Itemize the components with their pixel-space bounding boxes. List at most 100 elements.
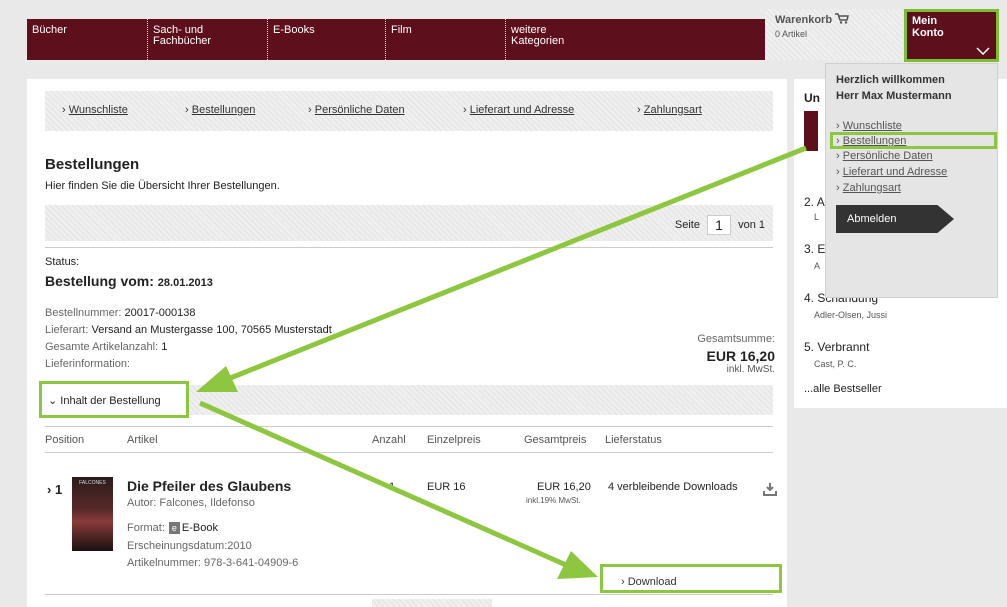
cart-label: Warenkorb xyxy=(775,14,833,26)
divider xyxy=(45,247,773,248)
logout-button[interactable]: Abmelden xyxy=(836,205,954,233)
my-account-button[interactable]: Mein Konto xyxy=(904,9,999,62)
main-navigation: Bücher Sach- und Fachbücher E-Books Film… xyxy=(27,19,765,60)
order-number-value: 20017-000138 xyxy=(124,307,196,319)
download-icon[interactable] xyxy=(763,482,777,496)
nav-item-label: Sach- und Fachbücher xyxy=(153,24,212,47)
col-lieferstatus: Lieferstatus xyxy=(605,434,662,446)
order-contents-label: ⌄ Inhalt der Bestellung xyxy=(48,394,161,407)
product-title[interactable]: Die Pfeiler des Glaubens xyxy=(127,478,291,494)
dropdown-link-persoenliche-daten[interactable]: › Persönliche Daten xyxy=(836,150,933,162)
subnav-bestellungen[interactable]: › Bestellungen xyxy=(185,104,255,116)
row-position-value: 1 xyxy=(54,482,63,497)
page-number-input[interactable]: 1 xyxy=(707,215,732,235)
author-label: Autor: xyxy=(127,497,157,509)
subnav-label: Lieferart und Adresse xyxy=(469,104,575,116)
artnr-value: 978-3-641-04909-6 xyxy=(204,557,299,569)
dropdown-link-lieferart[interactable]: › Lieferart und Adresse xyxy=(836,166,947,178)
dropdown-link-label: Wunschliste xyxy=(842,120,902,132)
chevron-down-icon xyxy=(976,47,990,55)
author-value: Falcones, Ildefonso xyxy=(159,497,255,509)
download-button[interactable]: › Download xyxy=(600,564,782,593)
order-number-label: Bestellnummer: xyxy=(45,307,122,319)
pagination-bar: Seite 1 von 1 xyxy=(45,205,773,241)
order-date-value: 28.01.2013 xyxy=(157,277,213,289)
dropdown-link-label: Persönliche Daten xyxy=(842,150,933,162)
bestseller-author: L xyxy=(814,212,820,222)
bestseller-item[interactable]: 3. E xyxy=(804,242,825,256)
release-date-label: Erscheinungsdatum: xyxy=(127,540,228,552)
dropdown-user-name: Herr Max Mustermann xyxy=(836,90,952,102)
order-contents-toggle[interactable]: ⌄ Inhalt der Bestellung xyxy=(39,381,189,418)
subnav-label: Zahlungsart xyxy=(643,104,702,116)
account-subnav: › Wunschliste › Bestellungen › Persönlic… xyxy=(45,91,773,131)
nav-item-buecher[interactable]: Bücher xyxy=(27,19,147,60)
all-bestsellers-link[interactable]: ...alle Bestseller xyxy=(804,383,882,395)
cart-title: Warenkorb xyxy=(775,13,850,26)
account-label: Mein Konto xyxy=(912,15,944,39)
total-amount: EUR 16,20 xyxy=(706,348,775,364)
order-date-heading: Bestellung vom: 28.01.2013 xyxy=(45,273,213,289)
delivery-label: Lieferart: xyxy=(45,324,89,336)
dropdown-link-wunschliste[interactable]: › Wunschliste xyxy=(836,120,902,132)
subnav-label: Bestellungen xyxy=(191,104,256,116)
cart-icon xyxy=(835,13,850,24)
col-position: Position xyxy=(45,434,85,446)
order-date-label: Bestellung vom: xyxy=(45,273,154,289)
nav-item-ebooks[interactable]: E-Books xyxy=(267,19,385,60)
order-delivery: Lieferart: Versand an Mustergasse 100, 7… xyxy=(45,324,332,336)
download-text: Download xyxy=(627,576,677,588)
status-label: Status: xyxy=(45,256,80,268)
bestseller-cover[interactable] xyxy=(804,111,818,151)
cover-title: FALCONES xyxy=(79,480,106,486)
account-dropdown: Herzlich willkommen Herr Max Mustermann … xyxy=(825,63,998,298)
book-cover-image[interactable]: FALCONES xyxy=(72,477,113,551)
dropdown-link-zahlungsart[interactable]: › Zahlungsart xyxy=(836,182,901,194)
highlight-frame xyxy=(830,132,997,149)
delivery-info-label: Lieferinformation: xyxy=(45,358,130,370)
divider xyxy=(45,426,773,427)
bestseller-item[interactable]: 2. A xyxy=(804,195,825,209)
release-date-value: 2010 xyxy=(227,540,252,552)
subnav-lieferart[interactable]: › Lieferart und Adresse xyxy=(463,104,574,116)
nav-item-weitere[interactable]: weitere Kategorien xyxy=(505,19,625,60)
bestseller-title: Un xyxy=(804,91,820,105)
nav-item-sachbuecher[interactable]: Sach- und Fachbücher xyxy=(147,19,267,60)
cart-button[interactable]: Warenkorb 0 Artikel xyxy=(765,9,903,60)
divider xyxy=(45,452,773,453)
contents-label-text: Inhalt der Bestellung xyxy=(60,395,161,407)
col-anzahl: Anzahl xyxy=(372,434,406,446)
col-einzelpreis: Einzelpreis xyxy=(427,434,481,446)
nav-item-label: weitere Kategorien xyxy=(511,24,565,47)
format-value: E-Book xyxy=(181,522,218,534)
pagination: Seite 1 von 1 xyxy=(675,215,765,235)
subnav-label: Wunschliste xyxy=(68,104,128,116)
page-description: Hier finden Sie die Übersicht Ihrer Best… xyxy=(45,180,280,192)
subnav-wunschliste[interactable]: › Wunschliste xyxy=(62,104,128,116)
format-label: Format: xyxy=(127,522,165,534)
total-label: Gesamtsumme: xyxy=(697,333,775,345)
total-tax: inkl. MwSt. xyxy=(726,364,775,375)
items-count-label: Gesamte Artikelanzahl: xyxy=(45,341,159,353)
pagination-bar-bottom xyxy=(372,599,492,607)
row-position: › 1 xyxy=(47,482,63,497)
bestseller-author: A xyxy=(814,261,821,271)
pagination-label: Seite xyxy=(674,218,700,231)
divider xyxy=(45,594,773,595)
dropdown-link-label: Lieferart und Adresse xyxy=(842,166,948,178)
items-count-value: 1 xyxy=(161,341,168,353)
bestseller-rank: 3. xyxy=(804,242,815,256)
nav-item-film[interactable]: Film xyxy=(385,19,505,60)
bestseller-author: Cast, P. C. xyxy=(814,359,857,369)
product-format: Format: e E-Book xyxy=(127,522,218,535)
bestseller-item[interactable]: 5. Verbrannt xyxy=(804,340,869,354)
row-unit-price: EUR 16 xyxy=(427,481,466,493)
row-quantity: 1 xyxy=(389,481,396,493)
bestseller-item-title: Verbrannt xyxy=(817,340,870,354)
subnav-zahlungsart[interactable]: › Zahlungsart xyxy=(637,104,702,116)
subnav-persoenliche-daten[interactable]: › Persönliche Daten xyxy=(308,104,405,116)
product-article-number: Artikelnummer: 978-3-641-04909-6 xyxy=(127,557,298,569)
logout-label: Abmelden xyxy=(847,213,897,225)
chevron-down-icon: ⌄ xyxy=(48,395,58,407)
product-release-date: Erscheinungsdatum:2010 xyxy=(127,540,252,552)
